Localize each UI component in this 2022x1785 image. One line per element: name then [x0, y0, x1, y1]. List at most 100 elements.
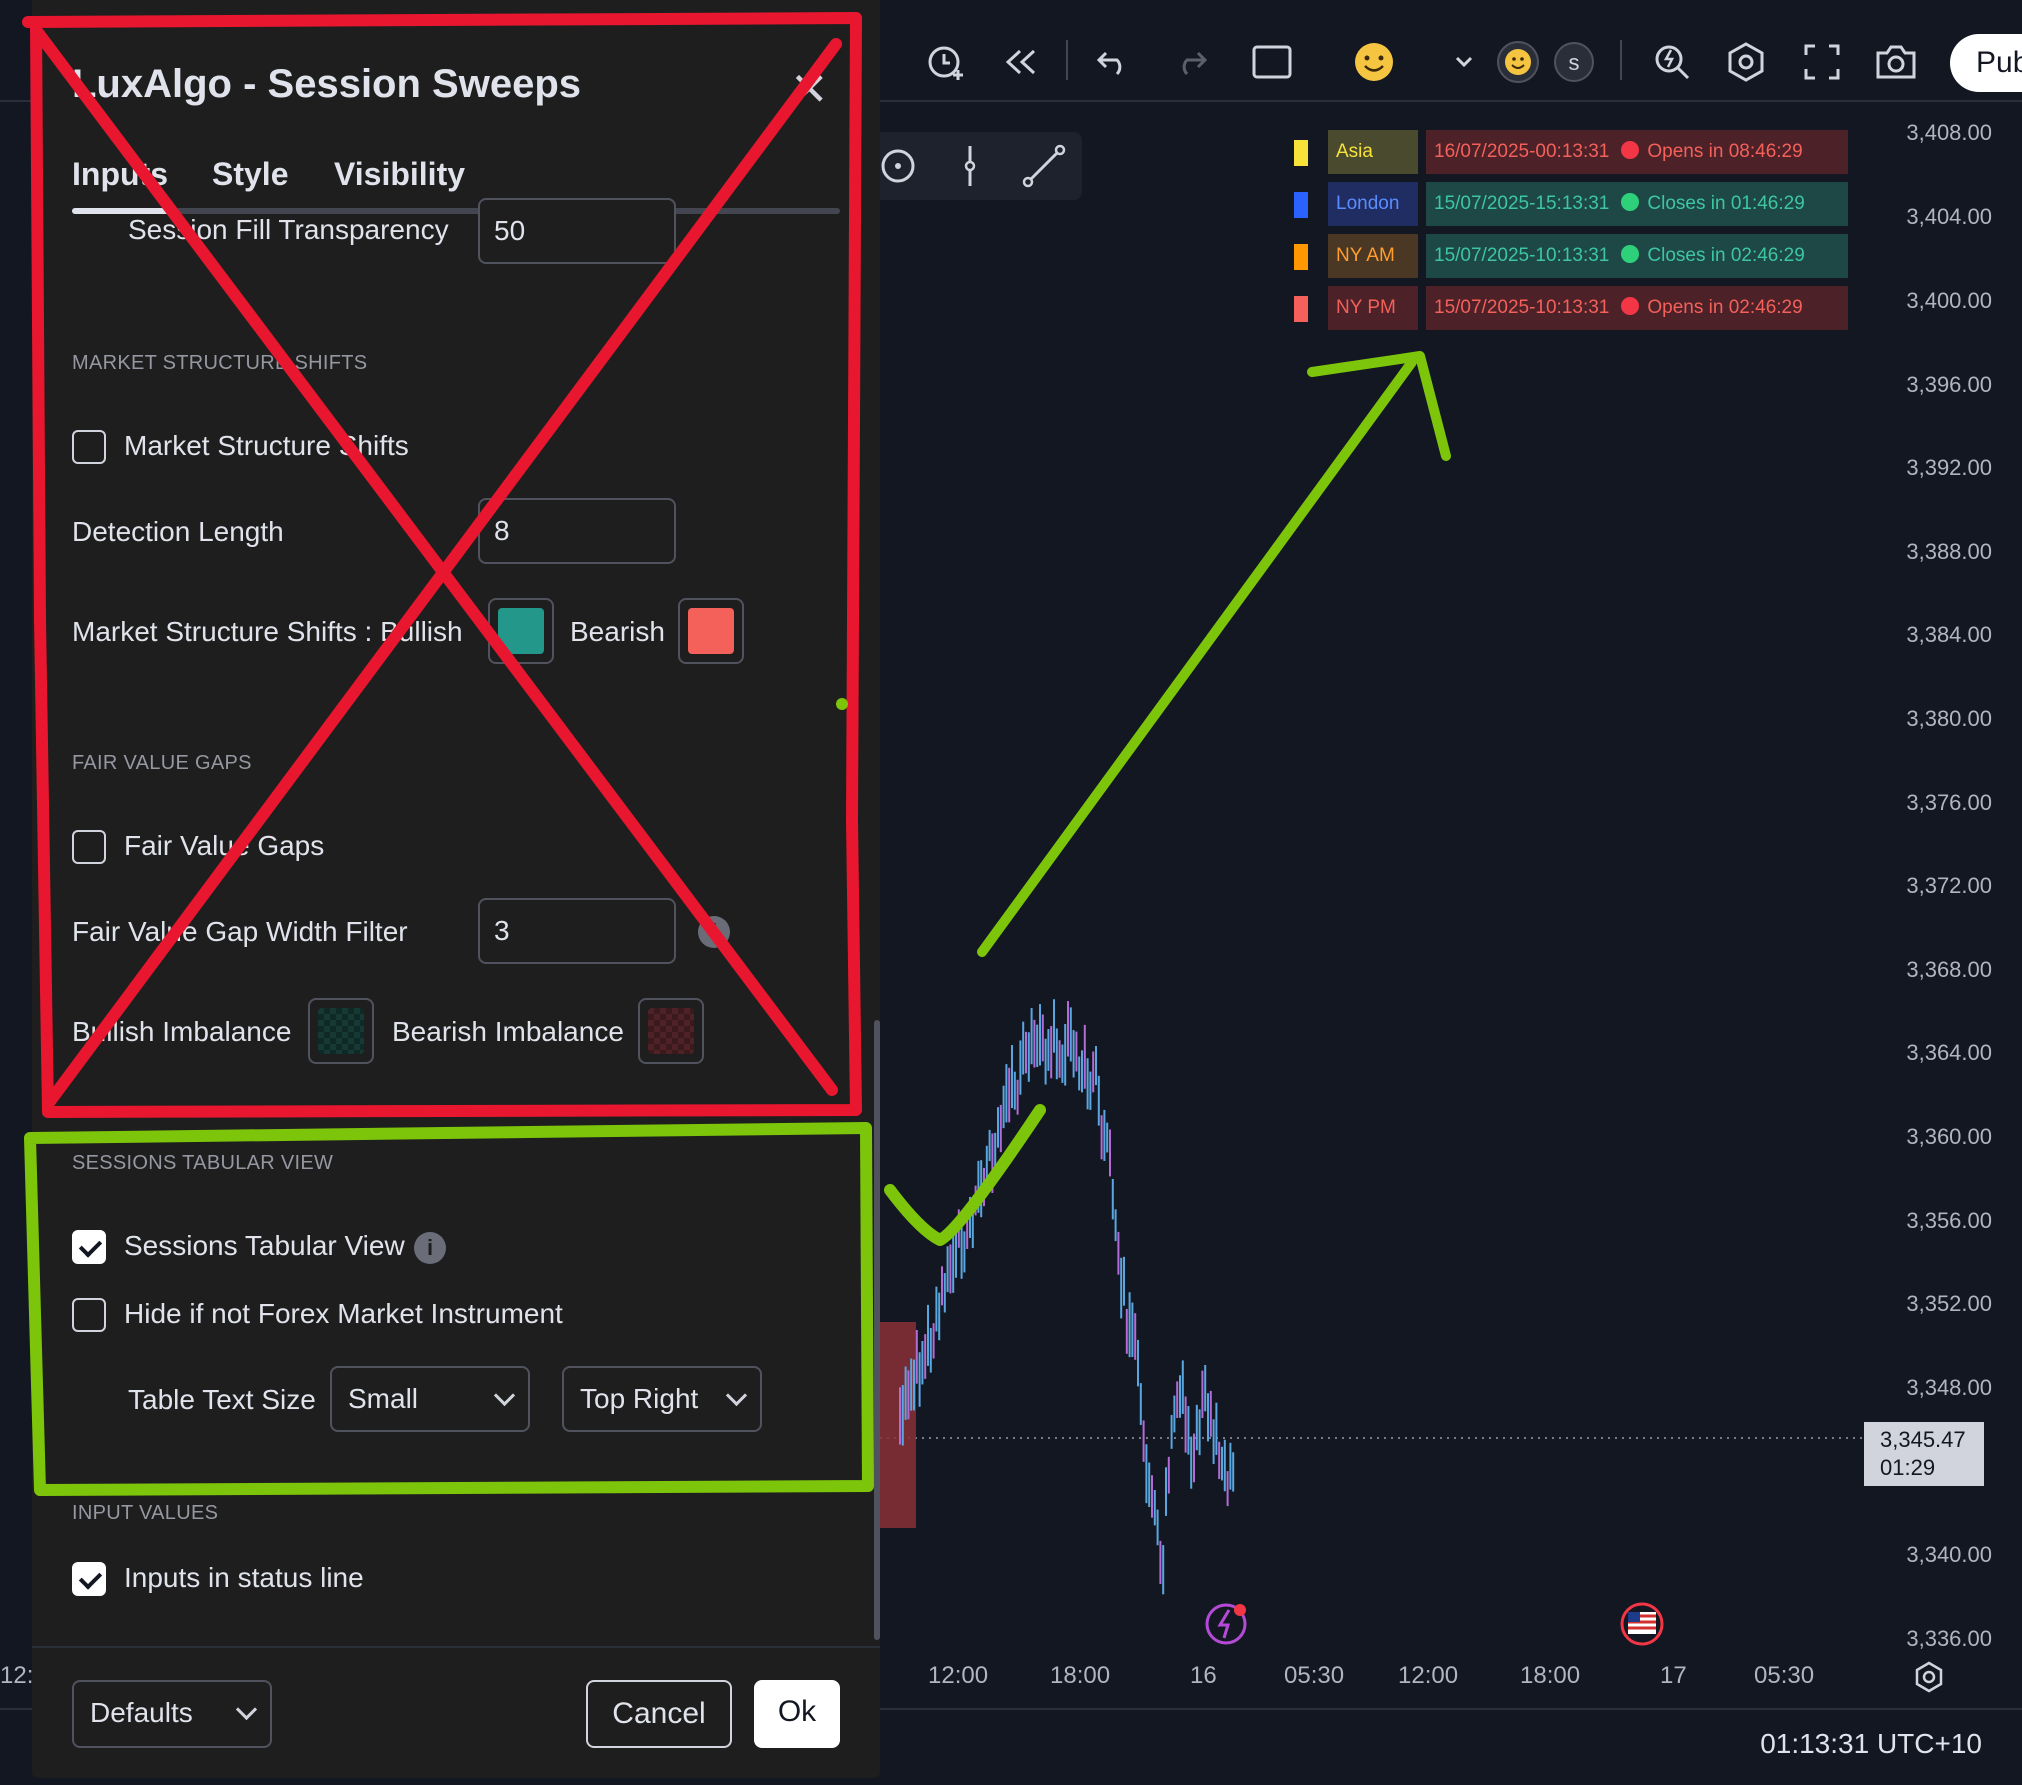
price-label: 3,380.00	[1906, 706, 1992, 731]
section-heading-input-values: INPUT VALUES	[72, 1502, 219, 1524]
detection-length-input[interactable]: 8	[478, 498, 676, 564]
bearish-color	[688, 608, 734, 654]
time-label: 18:00	[1520, 1662, 1581, 1689]
fvg-width-input[interactable]: 3	[478, 898, 676, 964]
price-chart[interactable]	[880, 100, 1862, 1660]
current-price-value: 3,345.47	[1880, 1427, 1966, 1452]
dialog-title: LuxAlgo - Session Sweeps	[72, 62, 582, 106]
session-status: Closes in 02:46:29	[1647, 245, 1805, 266]
time-label: 05:30	[1754, 1662, 1815, 1689]
session-status: Opens in 08:46:29	[1647, 141, 1803, 162]
bearish-imbalance-label: Bearish Imbalance	[392, 1016, 624, 1047]
close-icon[interactable]: ✕	[790, 62, 829, 116]
text-size-select[interactable]: Small	[330, 1366, 530, 1432]
dialog-footer-divider	[32, 1646, 880, 1648]
fvg-label: Fair Value Gaps	[124, 830, 325, 861]
session-time: 15/07/2025-10:13:31	[1434, 297, 1610, 318]
session-name: Asia	[1328, 130, 1418, 174]
session-name: London	[1328, 182, 1418, 226]
info-icon[interactable]: i	[414, 1232, 446, 1264]
session-name: NY PM	[1328, 286, 1418, 330]
session-fill-transparency-input[interactable]: 50	[478, 198, 676, 264]
price-label: 3,340.00	[1906, 1542, 1992, 1567]
time-label: 16	[1190, 1662, 1217, 1689]
axis-settings-icon[interactable]	[1912, 1660, 1946, 1699]
session-time: 16/07/2025-00:13:31	[1434, 141, 1610, 162]
time-label: 05:30	[1284, 1662, 1345, 1689]
tab-style[interactable]: Style	[212, 156, 288, 193]
bullish-imbalance-swatch[interactable]	[308, 998, 374, 1064]
tab-inputs[interactable]: Inputs	[72, 156, 168, 193]
time-label: 12:00	[1398, 1662, 1459, 1689]
bullish-color-swatch[interactable]	[488, 598, 554, 664]
lightning-event-icon	[1205, 1603, 1247, 1645]
status-dot	[1621, 297, 1640, 315]
inputs-status-checkbox[interactable]	[72, 1562, 106, 1596]
time-label: 18:00	[1050, 1662, 1111, 1689]
inputs-status-label: Inputs in status line	[124, 1562, 364, 1593]
hide-forex-label: Hide if not Forex Market Instrument	[124, 1298, 563, 1329]
session-name: NY AM	[1328, 234, 1418, 278]
layout-icon[interactable]	[1244, 34, 1300, 90]
defaults-dropdown[interactable]: Defaults	[72, 1680, 272, 1748]
current-price-tag: 3,345.47 01:29	[1864, 1422, 1984, 1486]
emoji-icon[interactable]	[1346, 34, 1402, 90]
session-swatch	[1294, 192, 1308, 218]
session-time: 15/07/2025-15:13:31	[1434, 193, 1610, 214]
ok-button[interactable]: Ok	[754, 1680, 840, 1748]
session-info: 16/07/2025-00:13:31 Opens in 08:46:29	[1426, 130, 1848, 174]
camera-icon[interactable]	[1868, 34, 1924, 90]
hide-forex-checkbox[interactable]	[72, 1298, 106, 1332]
fullscreen-icon[interactable]	[1794, 34, 1850, 90]
price-label: 3,352.00	[1906, 1291, 1992, 1316]
price-label: 3,388.00	[1906, 539, 1992, 564]
price-label: 3,404.00	[1906, 204, 1992, 229]
session-swatch	[1294, 140, 1308, 166]
mss-checkbox[interactable]	[72, 430, 106, 464]
time-label: 12:00	[928, 1662, 989, 1689]
defaults-label: Defaults	[90, 1697, 193, 1728]
price-label: 3,396.00	[1906, 372, 1992, 397]
mss-colors-label: Market Structure Shifts : Bullish	[72, 616, 463, 647]
quick-search-icon[interactable]	[1644, 34, 1700, 90]
tabular-view-label: Sessions Tabular View	[124, 1230, 405, 1261]
settings-icon[interactable]	[1718, 34, 1774, 90]
dialog-scrollbar[interactable]	[874, 1020, 880, 1640]
undo-icon[interactable]	[1086, 34, 1142, 90]
chevron-down-icon	[235, 1698, 258, 1721]
session-status: Closes in 01:46:29	[1647, 193, 1805, 214]
chevron-down-icon[interactable]	[1436, 34, 1492, 90]
s-label: s	[1554, 42, 1594, 82]
info-icon[interactable]: i	[698, 916, 730, 948]
bullish-color	[498, 608, 544, 654]
bearish-label: Bearish	[570, 616, 665, 647]
chevron-down-icon	[493, 1384, 516, 1407]
redo-icon[interactable]	[1162, 34, 1218, 90]
bearish-color-swatch[interactable]	[678, 598, 744, 664]
replay-icon[interactable]	[994, 34, 1050, 90]
table-position-select[interactable]: Top Right	[562, 1366, 762, 1432]
chevron-down-icon	[725, 1384, 748, 1407]
section-heading-tabular: SESSIONS TABULAR VIEW	[72, 1152, 334, 1174]
fvg-checkbox[interactable]	[72, 830, 106, 864]
bearish-imbalance-swatch[interactable]	[638, 998, 704, 1064]
session-info: 15/07/2025-10:13:31 Closes in 02:46:29	[1426, 234, 1848, 278]
publish-button[interactable]: Publ	[1950, 34, 2022, 92]
table-text-size-label: Table Text Size	[128, 1384, 316, 1415]
emoji-small-icon[interactable]	[1490, 34, 1546, 90]
price-label: 3,336.00	[1906, 1626, 1992, 1651]
time-label: 17	[1660, 1662, 1687, 1689]
table-position-value: Top Right	[580, 1383, 699, 1414]
session-info: 15/07/2025-15:13:31 Closes in 01:46:29	[1426, 182, 1848, 226]
price-label: 3,364.00	[1906, 1040, 1992, 1065]
bullish-imbalance-color	[318, 1008, 364, 1054]
bullish-imbalance-label: Bullish Imbalance	[72, 1016, 292, 1047]
tab-visibility[interactable]: Visibility	[334, 156, 465, 193]
s-icon[interactable]: s	[1546, 34, 1602, 90]
price-series	[899, 999, 1235, 1595]
tabular-view-checkbox[interactable]	[72, 1230, 106, 1264]
alert-add-icon[interactable]	[918, 34, 974, 90]
price-label: 3,400.00	[1906, 288, 1992, 313]
session-status: Opens in 02:46:29	[1647, 297, 1803, 318]
cancel-button[interactable]: Cancel	[586, 1680, 732, 1748]
